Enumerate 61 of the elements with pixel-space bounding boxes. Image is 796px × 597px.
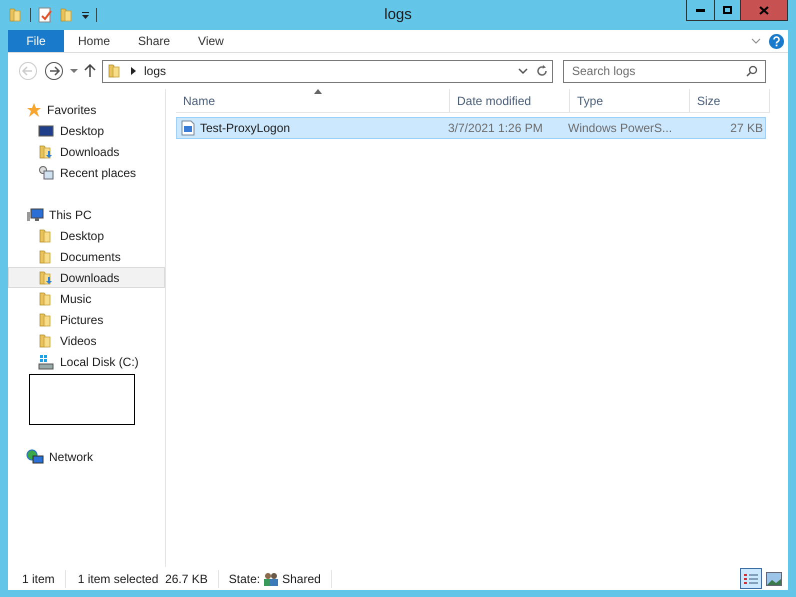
drive-icon	[38, 354, 54, 370]
window-title: logs	[384, 4, 412, 25]
users-icon	[263, 572, 280, 586]
recent-places-icon	[38, 164, 54, 180]
sidebar-item[interactable]: Pictures	[8, 309, 165, 330]
sidebar-group[interactable]: Favorites	[47, 100, 96, 118]
network-icon	[26, 448, 44, 464]
file-row[interactable]: Test-ProxyLogon 3/7/2021 1:26 PM Windows PowerS... 27 KB	[176, 117, 766, 139]
computer-icon	[26, 206, 44, 222]
thumbnail-view-button[interactable]	[766, 572, 782, 586]
ribbon-tab[interactable]: Share	[124, 30, 184, 52]
file-name: Test-ProxyLogon	[200, 120, 290, 137]
sidebar-group[interactable]: This PC	[49, 206, 92, 224]
folder-icon	[38, 144, 54, 160]
sidebar-item[interactable]: Music	[8, 288, 165, 309]
expand-ribbon-icon[interactable]	[751, 37, 761, 45]
refresh-icon[interactable]	[536, 65, 548, 77]
type-cell-text: Windows PowerS...	[567, 120, 674, 137]
sort-arrow-icon	[314, 89, 322, 94]
item-count: 1 item	[8, 570, 66, 588]
help-icon[interactable]	[769, 34, 784, 48]
forward-icon[interactable]	[44, 61, 64, 81]
details-list-icon	[744, 572, 758, 584]
sidebar-item[interactable]: Local Disk (C:)	[8, 351, 165, 372]
close-icon	[759, 6, 769, 14]
properties-icon[interactable]	[37, 7, 53, 23]
caret-icon[interactable]	[70, 68, 78, 74]
search-icon	[746, 64, 758, 76]
address-path: logs	[144, 63, 166, 80]
date-cell-text: 3/7/2021 1:26 PM	[447, 120, 544, 137]
sidebar-item[interactable]: Desktop	[8, 225, 165, 246]
sidebar-item[interactable]: Desktop	[8, 120, 165, 141]
landscape-icon	[767, 572, 781, 584]
sidebar-item[interactable]: Downloads	[8, 267, 165, 288]
up-arrow-icon[interactable]	[84, 64, 96, 78]
state-label: State:	[228, 570, 260, 588]
chevron-down-icon[interactable]	[518, 67, 528, 75]
sidebar-item[interactable]: Downloads	[8, 141, 165, 162]
size-cell-text: 27 KB	[729, 120, 764, 137]
sidebar-item[interactable]: Videos	[8, 330, 165, 351]
state-value: Shared	[282, 570, 332, 588]
breadcrumb-arrow-icon	[131, 67, 136, 75]
column-header[interactable]: Type	[570, 89, 690, 112]
ribbon-tab[interactable]: Home	[64, 30, 124, 52]
sidebar-item[interactable]: Documents	[8, 246, 165, 267]
column-header[interactable]: Date modified	[450, 89, 570, 112]
sidebar-item[interactable]: Recent places	[8, 162, 165, 183]
close-button[interactable]	[741, 0, 787, 20]
ribbon-tab[interactable]: File	[8, 30, 64, 52]
ribbon-tab[interactable]: View	[184, 30, 238, 52]
monitor-icon	[38, 122, 54, 138]
search-field[interactable]: Search logs	[563, 60, 766, 82]
address-bar[interactable]: logs	[102, 60, 553, 82]
dropdown-icon[interactable]	[81, 10, 90, 20]
sidebar-group[interactable]: Network	[49, 448, 94, 466]
script-file-icon	[181, 120, 195, 136]
star-icon	[26, 102, 42, 118]
column-header[interactable]: Size	[690, 89, 770, 112]
details-view-button[interactable]	[740, 568, 762, 589]
selection-info: 1 item selected 26.7 KB	[66, 570, 219, 588]
folder-icon	[38, 270, 54, 286]
